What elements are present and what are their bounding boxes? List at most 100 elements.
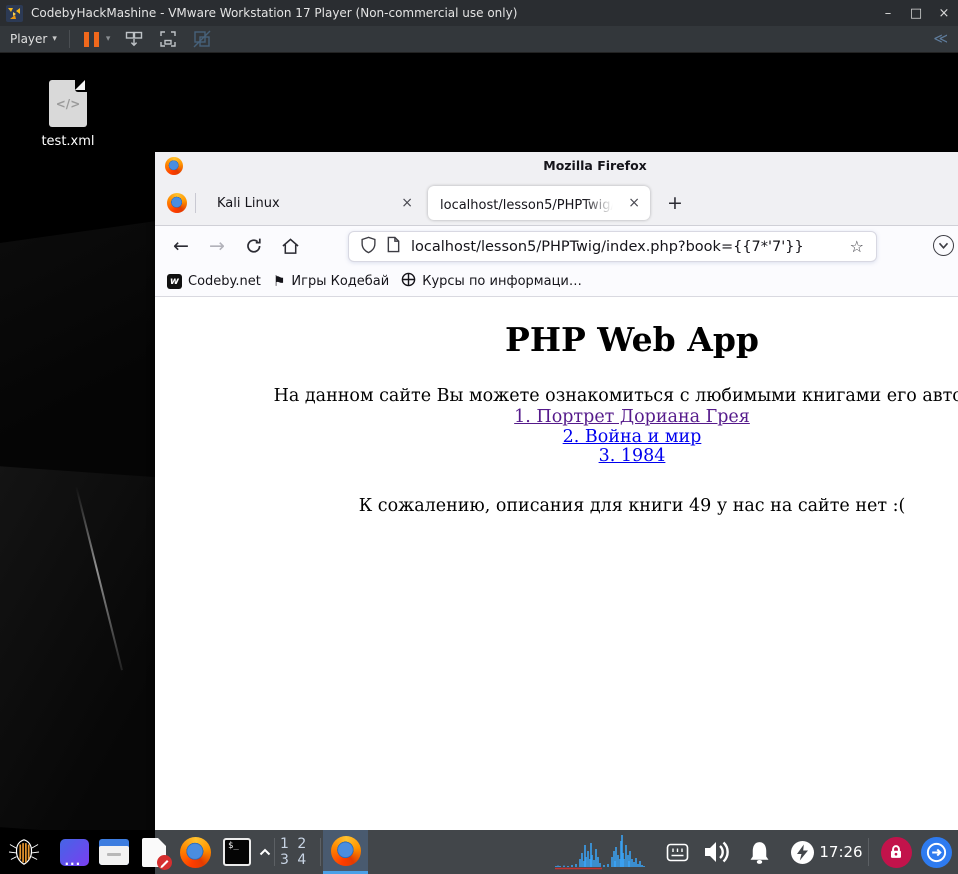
kali-desktop: </> test.xml Mozilla Firefox Kali Linux … [0,53,958,874]
vmware-titlebar: CodebyHackMashine - VMware Workstation 1… [0,0,958,26]
chevron-down-icon: ▾ [105,34,111,44]
desktop-file-test-xml[interactable]: </> test.xml [28,80,108,149]
clock[interactable]: 17:26 [817,830,865,874]
not-found-message: К сожалению, описания для книги 49 у нас… [358,495,906,516]
globe-icon [401,272,416,291]
chevron-up-icon [259,848,271,856]
send-to-monitor-button[interactable] [124,29,144,49]
pause-icon [83,31,89,47]
panel-divider [320,838,321,866]
notifications-bell-icon[interactable] [742,830,776,874]
firefox-icon [330,835,361,866]
tab-label-wrap: localhost/lesson5/PHPTwig/in [440,193,619,213]
pause-icon [93,31,99,47]
chevron-down-icon: ▾ [52,34,57,44]
url-bar[interactable]: localhost/lesson5/PHPTwig/index.php?book… [348,231,877,262]
close-button[interactable]: × [930,0,958,26]
pencil-badge-icon [157,854,172,870]
panel-divider [274,838,275,866]
tab-kali-linux[interactable]: Kali Linux × [201,186,423,220]
session-logout-button[interactable] [917,830,955,874]
terminal-icon: $_ [223,838,251,866]
home-button[interactable] [281,237,300,259]
player-menu-button[interactable]: Player ▾ [10,32,57,46]
minimize-button[interactable]: – [874,0,902,26]
pocket-icon[interactable] [933,235,954,256]
text-editor-button[interactable] [137,830,172,874]
terminal-launcher-button[interactable]: $_ [219,830,255,874]
player-menu-label: Player [10,32,48,46]
firefox-icon [179,836,211,868]
bookmark-label: Codeby.net [188,274,261,289]
bookmark-label: Курсы по информаци… [422,274,582,289]
firefox-window: Mozilla Firefox Kali Linux × localhost/l… [155,152,958,874]
page-info-icon[interactable] [386,236,401,257]
firefox-launcher-button[interactable] [176,830,214,874]
link-book-1[interactable]: 1. Портрет Дориана Грея [155,407,958,428]
bookmark-kursy[interactable]: Курсы по информаци… [401,272,582,291]
intro-text: На данном сайте Вы можете ознакомиться с… [273,386,958,406]
power-manager-icon[interactable] [787,830,817,874]
bookmarks-toolbar: w Codeby.net ⚑ Игры Кодебай Курсы по инф… [155,267,958,297]
unity-mode-button-disabled [192,29,212,49]
toolbar-divider [68,30,70,48]
desktop-file-label: test.xml [41,134,95,149]
bookmark-star-icon[interactable]: ☆ [850,237,864,256]
new-tab-button[interactable]: + [661,190,689,216]
fullscreen-button[interactable] [158,29,178,49]
codeby-favicon: w [167,274,182,289]
bookmark-label: Игры Кодебай [291,274,390,289]
panel-expand-button[interactable] [255,830,275,874]
page-title: PHP Web App [505,320,759,359]
tab-close-icon[interactable]: × [391,195,423,211]
collapse-toolbar-button[interactable]: ≪ [933,31,948,47]
kali-dragon-icon [8,839,40,865]
volume-icon[interactable] [699,830,735,874]
page-fold [75,80,87,92]
firefox-titlebar[interactable]: Mozilla Firefox [155,152,958,180]
link-book-3[interactable]: 3. 1984 [155,446,958,467]
xml-file-icon: </> [49,80,87,127]
web-page-content: PHP Web App На данном сайте Вы можете оз… [155,298,958,874]
vmware-window-title: CodebyHackMashine - VMware Workstation 1… [31,6,518,20]
suspend-vm-button[interactable]: ▾ [83,31,111,47]
applications-menu-button[interactable] [0,830,48,874]
vmware-app-icon [6,4,23,22]
screen-lock-button[interactable] [877,830,915,874]
file-manager-button[interactable] [97,830,131,874]
bookmark-igry-codebay[interactable]: ⚑ Игры Кодебай [273,274,389,290]
flag-icon: ⚑ [272,273,286,290]
firefox-tab-bar: Kali Linux × localhost/lesson5/PHPTwig/i… [155,180,958,226]
network-tray-icon[interactable] [663,830,691,874]
lock-icon [880,836,912,868]
xfce-panel: $_ 1 2 3 4 17:26 [0,830,958,874]
firefox-navigation-bar: ← → localhost/lesson5/PHPTwig/index.php?… [155,226,958,267]
panel-divider [868,838,869,866]
tab-close-icon[interactable]: × [618,195,650,211]
url-input[interactable]: localhost/lesson5/PHPTwig/index.php?book… [411,239,850,255]
workspace-switcher[interactable]: 1 2 3 4 [280,830,318,874]
reload-button[interactable] [245,237,263,259]
book-links: 1. Портрет Дориана Грея 2. Война и мир 3… [155,407,958,467]
app-window-icon [59,838,89,866]
tab-label: Kali Linux [217,195,280,211]
tab-label: localhost/lesson5/PHPTwig/in [440,197,619,213]
firefox-view-button[interactable] [167,193,187,213]
page-fold [158,837,166,846]
vmware-toolbar: Player ▾ ▾ ≪ [0,26,958,53]
document-icon [142,837,172,870]
forward-button-disabled: → [209,235,225,257]
network-monitor-graph[interactable] [552,830,652,874]
taskbar-firefox-window-button[interactable] [323,830,368,874]
maximize-button[interactable]: □ [902,0,930,26]
code-glyph: </> [55,97,81,111]
back-button[interactable]: ← [167,232,195,260]
tab-localhost-active[interactable]: localhost/lesson5/PHPTwig/in × [428,186,650,220]
link-book-2[interactable]: 2. Война и мир [155,427,958,448]
firefox-window-title: Mozilla Firefox [543,158,647,173]
tracking-protection-shield-icon[interactable] [360,236,377,258]
app-launcher-button[interactable] [57,830,91,874]
folder-icon [99,839,129,865]
bookmark-codeby[interactable]: w Codeby.net [167,274,261,289]
arrow-right-circle-icon [920,836,952,868]
